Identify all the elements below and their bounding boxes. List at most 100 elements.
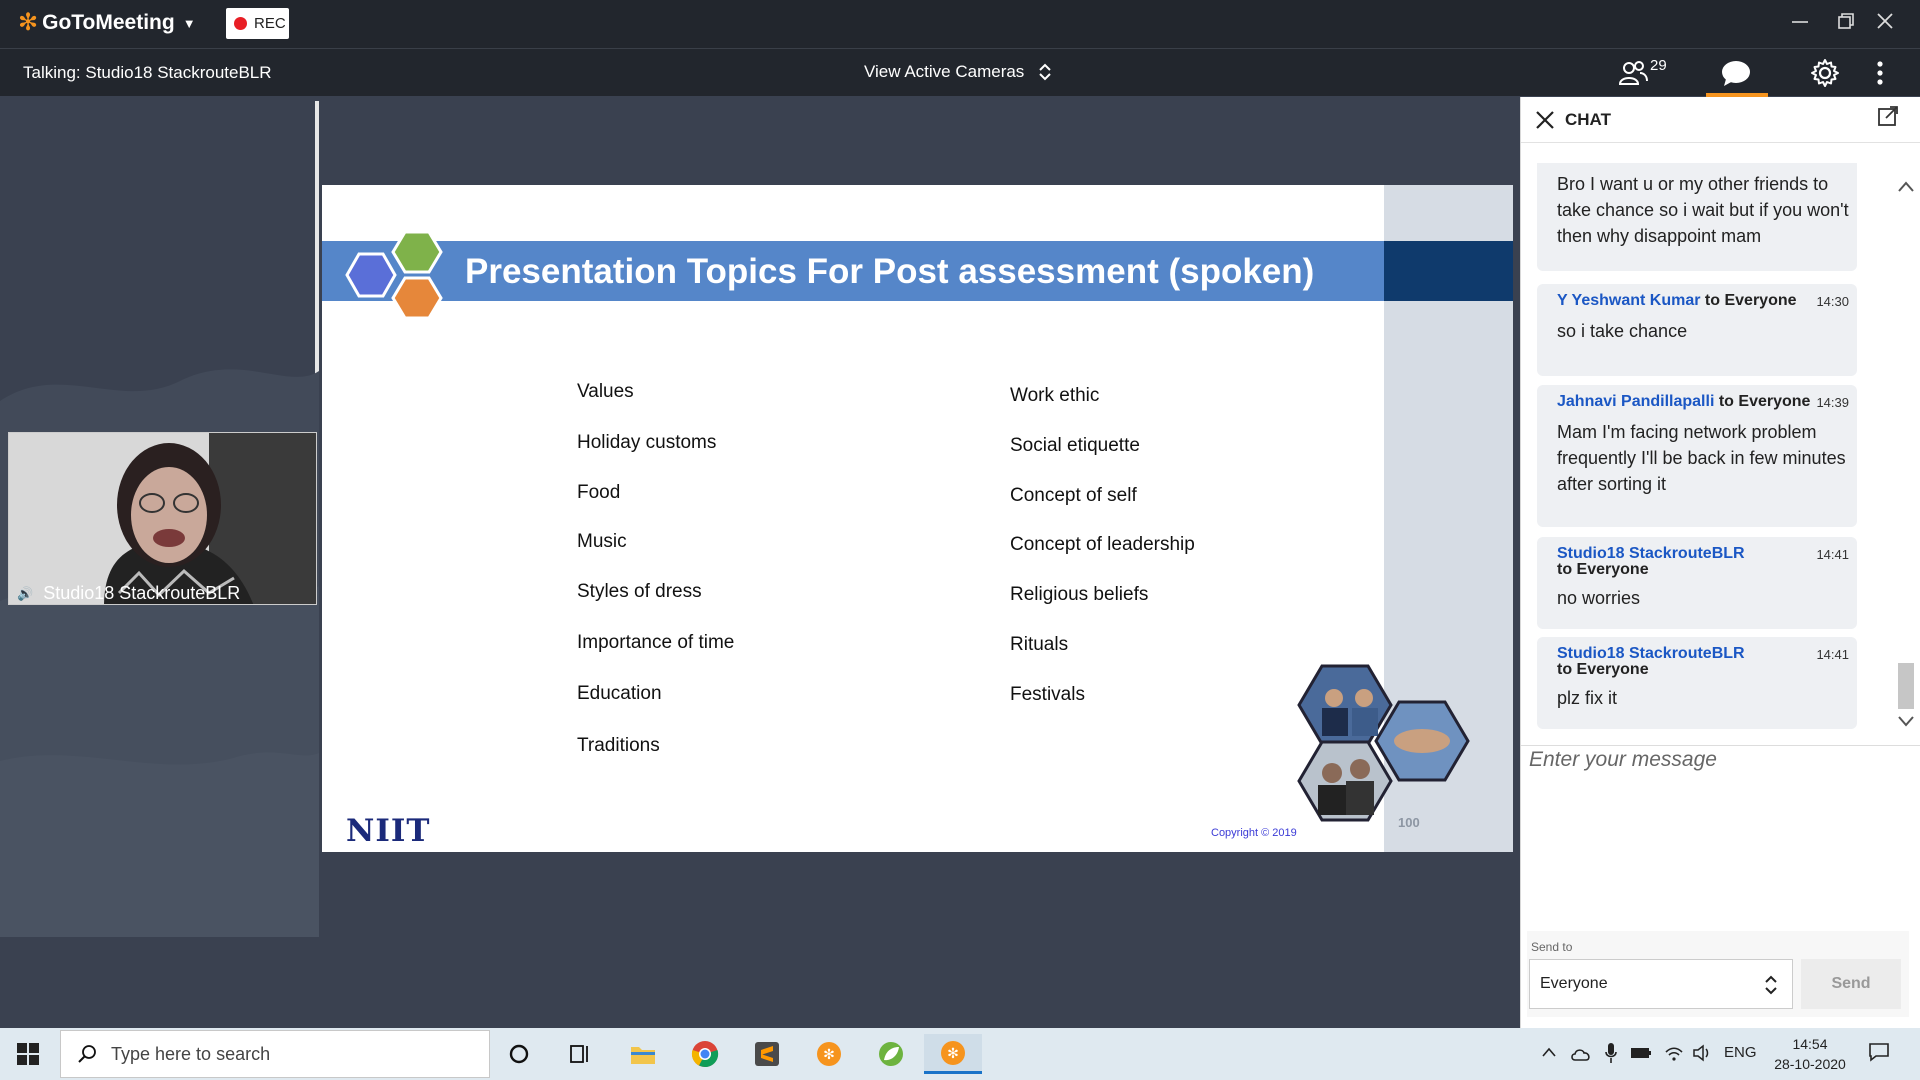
slide-title: Presentation Topics For Post assessment … xyxy=(465,252,1315,291)
task-view-button[interactable] xyxy=(551,1034,609,1074)
record-dot-icon xyxy=(234,17,247,30)
more-options-button[interactable] xyxy=(1876,55,1884,91)
close-icon xyxy=(1877,13,1893,29)
kebab-menu-icon xyxy=(1877,61,1883,85)
slide-title-banner-accent xyxy=(1384,241,1513,301)
topic-item: Concept of leadership xyxy=(1010,534,1195,555)
topic-item: Social etiquette xyxy=(1010,435,1140,456)
topic-item: Holiday customs xyxy=(577,432,717,453)
message-body: Bro I want u or my other friends to take… xyxy=(1557,174,1849,246)
close-chat-icon[interactable] xyxy=(1535,110,1555,130)
chevron-up-icon[interactable] xyxy=(1541,1046,1557,1058)
microphone-icon[interactable] xyxy=(1604,1042,1618,1064)
topic-item: Rituals xyxy=(1010,634,1069,655)
chat-message: Jahnavi Pandillapalli to Everyone 14:39 … xyxy=(1537,385,1857,527)
send-button[interactable]: Send xyxy=(1801,959,1901,1009)
participant-name-label: 🔊 Studio18 StackrouteBLR xyxy=(17,583,240,604)
message-recipient: to Everyone xyxy=(1557,561,1649,578)
message-time: 14:41 xyxy=(1816,647,1849,662)
participant-name: Studio18 StackrouteBLR xyxy=(43,583,241,603)
chat-message-list[interactable]: Bro I want u or my other friends to take… xyxy=(1521,163,1901,827)
topic-item: Concept of self xyxy=(1010,485,1137,506)
clock-date: 28-10-2020 xyxy=(1774,1056,1846,1072)
topic-item: Education xyxy=(577,683,662,704)
meeting-toolbar: Talking: Studio18 StackrouteBLR View Act… xyxy=(0,48,1920,97)
chrome-icon xyxy=(691,1041,719,1068)
spring-tool-button[interactable] xyxy=(862,1034,920,1074)
presentation-slide: Presentation Topics For Post assessment … xyxy=(322,185,1513,852)
settings-button[interactable] xyxy=(1810,55,1840,91)
clock-time: 14:54 xyxy=(1792,1036,1828,1052)
svg-text:✻: ✻ xyxy=(823,1047,835,1063)
chat-title: CHAT xyxy=(1565,110,1611,129)
hexagon-logo-icon xyxy=(345,230,443,320)
chrome-button[interactable] xyxy=(676,1034,734,1074)
volume-icon[interactable] xyxy=(1692,1044,1712,1062)
view-active-cameras-button[interactable]: View Active Cameras xyxy=(864,62,1052,82)
chat-toggle-button[interactable] xyxy=(1720,55,1752,91)
chat-header: CHAT xyxy=(1521,97,1920,143)
attendees-button[interactable]: 29 xyxy=(1618,55,1667,91)
send-to-select[interactable]: Everyone xyxy=(1529,959,1793,1009)
scroll-down-icon[interactable] xyxy=(1898,716,1914,727)
video-panel: 🔊 Studio18 StackrouteBLR xyxy=(0,101,319,937)
language-indicator[interactable]: ENG xyxy=(1724,1044,1757,1061)
restore-button[interactable] xyxy=(1826,8,1866,38)
chat-divider xyxy=(1521,745,1920,746)
slide-page-number: 100 xyxy=(1398,815,1420,830)
system-clock[interactable]: 14:54 28-10-2020 xyxy=(1760,1034,1860,1074)
chat-message-input[interactable] xyxy=(1529,748,1909,948)
notification-center-icon[interactable] xyxy=(1868,1042,1890,1062)
talking-indicator: Talking: Studio18 StackrouteBLR xyxy=(23,63,272,82)
sort-arrows-icon xyxy=(1039,63,1052,81)
restore-icon xyxy=(1838,13,1854,29)
title-bar: ✻ GoToMeeting ▼ REC xyxy=(0,0,1920,48)
sublime-text-button[interactable] xyxy=(738,1034,796,1074)
message-time: 14:30 xyxy=(1816,294,1849,309)
chat-message: Studio18 StackrouteBLR to Everyone 14:41… xyxy=(1537,537,1857,629)
battery-icon[interactable] xyxy=(1630,1046,1652,1060)
onedrive-cloud-icon[interactable] xyxy=(1570,1046,1592,1062)
speaker-active-icon: 🔊 xyxy=(17,585,34,601)
recording-badge[interactable]: REC xyxy=(226,8,289,39)
topic-item: Festivals xyxy=(1010,684,1085,705)
app-menu[interactable]: ✻ GoToMeeting ▼ xyxy=(18,11,196,35)
message-sender[interactable]: Jahnavi Pandillapalli xyxy=(1557,393,1714,410)
gotomeeting-taskbar-button[interactable]: ✻ xyxy=(800,1034,858,1074)
participant-video-tile[interactable]: 🔊 Studio18 StackrouteBLR xyxy=(8,432,317,605)
message-body: Mam I'm facing network problem frequentl… xyxy=(1557,422,1846,494)
chat-message: Y Yeshwant Kumar to Everyone 14:30 so i … xyxy=(1537,284,1857,376)
attendees-count: 29 xyxy=(1650,56,1667,74)
message-body: no worries xyxy=(1557,588,1641,608)
scroll-thumb[interactable] xyxy=(1898,663,1914,709)
topic-item: Work ethic xyxy=(1010,385,1100,406)
cortana-circle-icon xyxy=(509,1044,529,1064)
cortana-button[interactable] xyxy=(490,1034,548,1074)
chat-message: Studio18 StackrouteBLR to Everyone 14:41… xyxy=(1537,637,1857,729)
gotomeeting-active-button[interactable]: ✻ xyxy=(924,1034,982,1074)
windows-start-icon[interactable] xyxy=(16,1042,40,1066)
scroll-up-icon[interactable] xyxy=(1898,181,1914,192)
message-sender[interactable]: Y Yeshwant Kumar xyxy=(1557,292,1700,309)
chat-message: Bro I want u or my other friends to take… xyxy=(1537,163,1857,271)
chat-panel: CHAT Bro I want u or my other friends to… xyxy=(1520,97,1920,1028)
file-explorer-button[interactable] xyxy=(614,1034,672,1074)
people-icon xyxy=(1618,61,1648,85)
minimize-button[interactable] xyxy=(1780,8,1820,38)
chat-scrollbar[interactable] xyxy=(1896,165,1916,735)
gotomeeting-app-icon: ✻ xyxy=(817,1042,841,1066)
sublime-text-icon xyxy=(755,1042,779,1066)
topic-item: Traditions xyxy=(577,735,660,756)
gotomeeting-app-icon: ✻ xyxy=(941,1040,965,1065)
message-time: 14:39 xyxy=(1816,395,1849,410)
windows-taskbar: Type here to search ✻ ✻ ENG 14:54 28-10-… xyxy=(0,1028,1920,1080)
topic-item: Music xyxy=(577,531,627,552)
chevron-down-icon: ▼ xyxy=(182,15,196,31)
wifi-icon[interactable] xyxy=(1664,1044,1684,1062)
background-mountains xyxy=(0,369,319,937)
popout-icon[interactable] xyxy=(1877,105,1899,127)
message-recipient: to Everyone xyxy=(1704,292,1797,309)
close-button[interactable] xyxy=(1865,8,1905,38)
taskbar-search-box[interactable]: Type here to search xyxy=(60,1030,490,1078)
message-body: so i take chance xyxy=(1557,321,1688,341)
